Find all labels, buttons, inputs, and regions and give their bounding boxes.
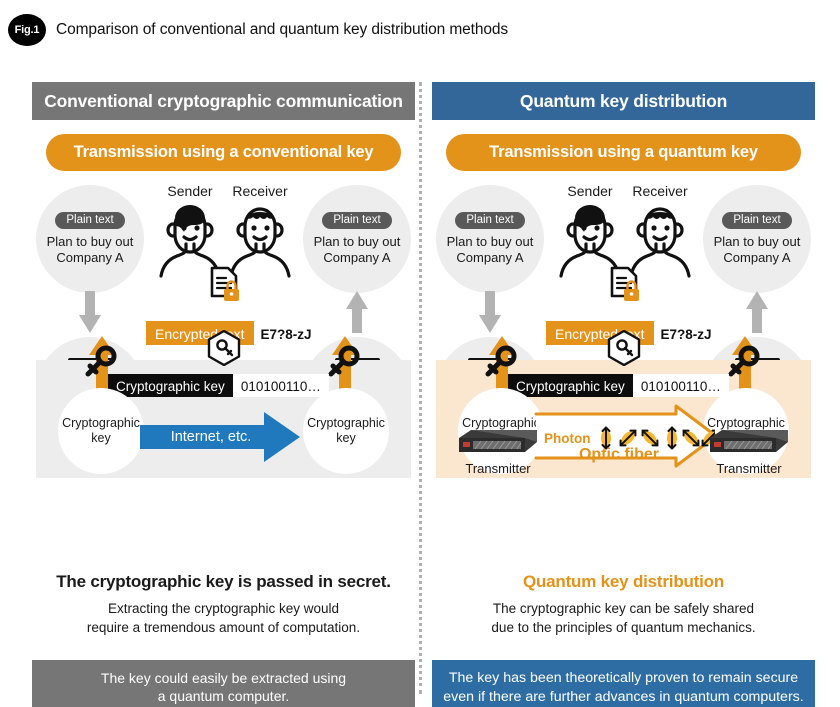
plain-text-body: Plan to buy out Company A	[313, 233, 401, 265]
hex-key-icon	[207, 330, 240, 366]
encrypted-text-value: E7?8-zJ	[253, 321, 319, 345]
left-bottom-banner: The key could easily be extracted using …	[32, 660, 415, 707]
left-transmitter: Transmitter	[450, 426, 546, 476]
right-caption-heading: Quantum key distribution	[522, 572, 725, 591]
right-bottom-banner: The key has been theoretically proven to…	[432, 660, 815, 707]
cryptographic-key-label: Cryptographic key	[508, 374, 633, 397]
key-circle-label: Cryptographic key	[307, 415, 385, 445]
encrypted-document-icon	[210, 266, 239, 301]
right-panel-pill: Transmission using a quantum key	[446, 134, 801, 171]
left-caption-sub: Extracting the cryptographic key would r…	[86, 601, 361, 635]
left-panel-header: Conventional cryptographic communication	[32, 82, 415, 120]
plain-text-tag: Plain text	[455, 211, 525, 229]
right-key-band: Cryptographic key 010100110… Cryptograph…	[436, 330, 811, 478]
left-sender-plaintext-bubble: Plain text Plan to buy out Company A	[36, 185, 144, 293]
panel-quantum: Quantum key distribution Transmission us…	[432, 82, 815, 707]
right-sender-plaintext-bubble: Plain text Plan to buy out Company A	[436, 185, 544, 293]
plain-text-body: Plan to buy out Company A	[713, 233, 801, 265]
panel-divider	[419, 82, 422, 694]
transmitter-label: Transmitter	[716, 461, 782, 476]
panel-conventional: Conventional cryptographic communication…	[32, 82, 415, 707]
left-panel-pill: Transmission using a conventional key	[46, 134, 401, 171]
left-key-transport-arrow: Internet, etc.	[140, 412, 300, 467]
encrypted-document-icon	[610, 266, 639, 301]
optic-fiber-channel: Photon Optic fiber	[534, 404, 718, 468]
left-key-circle-receiver: Cryptographic key	[303, 388, 389, 474]
optic-fiber-label: Optic fiber	[578, 446, 659, 463]
right-receiver-plaintext-bubble: Plain text Plan to buy out Company A	[703, 185, 811, 293]
right-up-arrow	[346, 291, 368, 333]
hex-key-icon	[607, 330, 640, 366]
transmitter-device-icon	[710, 430, 788, 452]
photon-label: Photon	[544, 430, 591, 446]
left-caption-heading: The cryptographic key is passed in secre…	[56, 572, 391, 591]
plain-text-tag: Plain text	[322, 211, 392, 229]
left-down-arrow	[79, 291, 101, 333]
right-up-arrow	[746, 291, 768, 333]
left-caption-zone: The cryptographic key is passed in secre…	[32, 572, 415, 637]
figure-title-row: Fig.1 Comparison of conventional and qua…	[8, 14, 508, 46]
plain-text-tag: Plain text	[55, 211, 125, 229]
plain-text-tag: Plain text	[722, 211, 792, 229]
figure-number-badge: Fig.1	[8, 14, 46, 46]
figure-caption: Comparison of conventional and quantum k…	[56, 21, 509, 38]
left-key-circle-sender: Cryptographic key	[58, 388, 144, 474]
left-down-arrow	[479, 291, 501, 333]
receiver-label: Receiver	[232, 183, 288, 199]
plain-text-body: Plan to buy out Company A	[446, 233, 534, 265]
right-transmitter: Transmitter	[701, 426, 797, 476]
left-cryptographic-key-bar: Cryptographic key 010100110…	[108, 374, 329, 397]
cryptographic-key-value: 010100110…	[232, 374, 329, 397]
right-caption-zone: Quantum key distribution The cryptograph…	[432, 572, 815, 637]
left-receiver-plaintext-bubble: Plain text Plan to buy out Company A	[303, 185, 411, 293]
figure-page: Fig.1 Comparison of conventional and qua…	[0, 0, 840, 707]
transmitter-device-icon	[459, 430, 537, 452]
left-key-band: Cryptographic key 010100110… Cryptograph…	[36, 330, 411, 478]
key-circle-label: Cryptographic key	[62, 415, 140, 445]
right-cryptographic-key-bar: Cryptographic key 010100110…	[508, 374, 729, 397]
right-panel-header: Quantum key distribution	[432, 82, 815, 120]
encrypted-text-value: E7?8-zJ	[653, 321, 719, 345]
cryptographic-key-value: 010100110…	[632, 374, 729, 397]
right-caption-sub: The cryptographic key can be safely shar…	[491, 601, 756, 635]
plain-text-body: Plan to buy out Company A	[46, 233, 134, 265]
receiver-label: Receiver	[632, 183, 688, 199]
transmitter-label: Transmitter	[465, 461, 531, 476]
cryptographic-key-label: Cryptographic key	[108, 374, 233, 397]
blue-right-arrow	[140, 412, 300, 462]
